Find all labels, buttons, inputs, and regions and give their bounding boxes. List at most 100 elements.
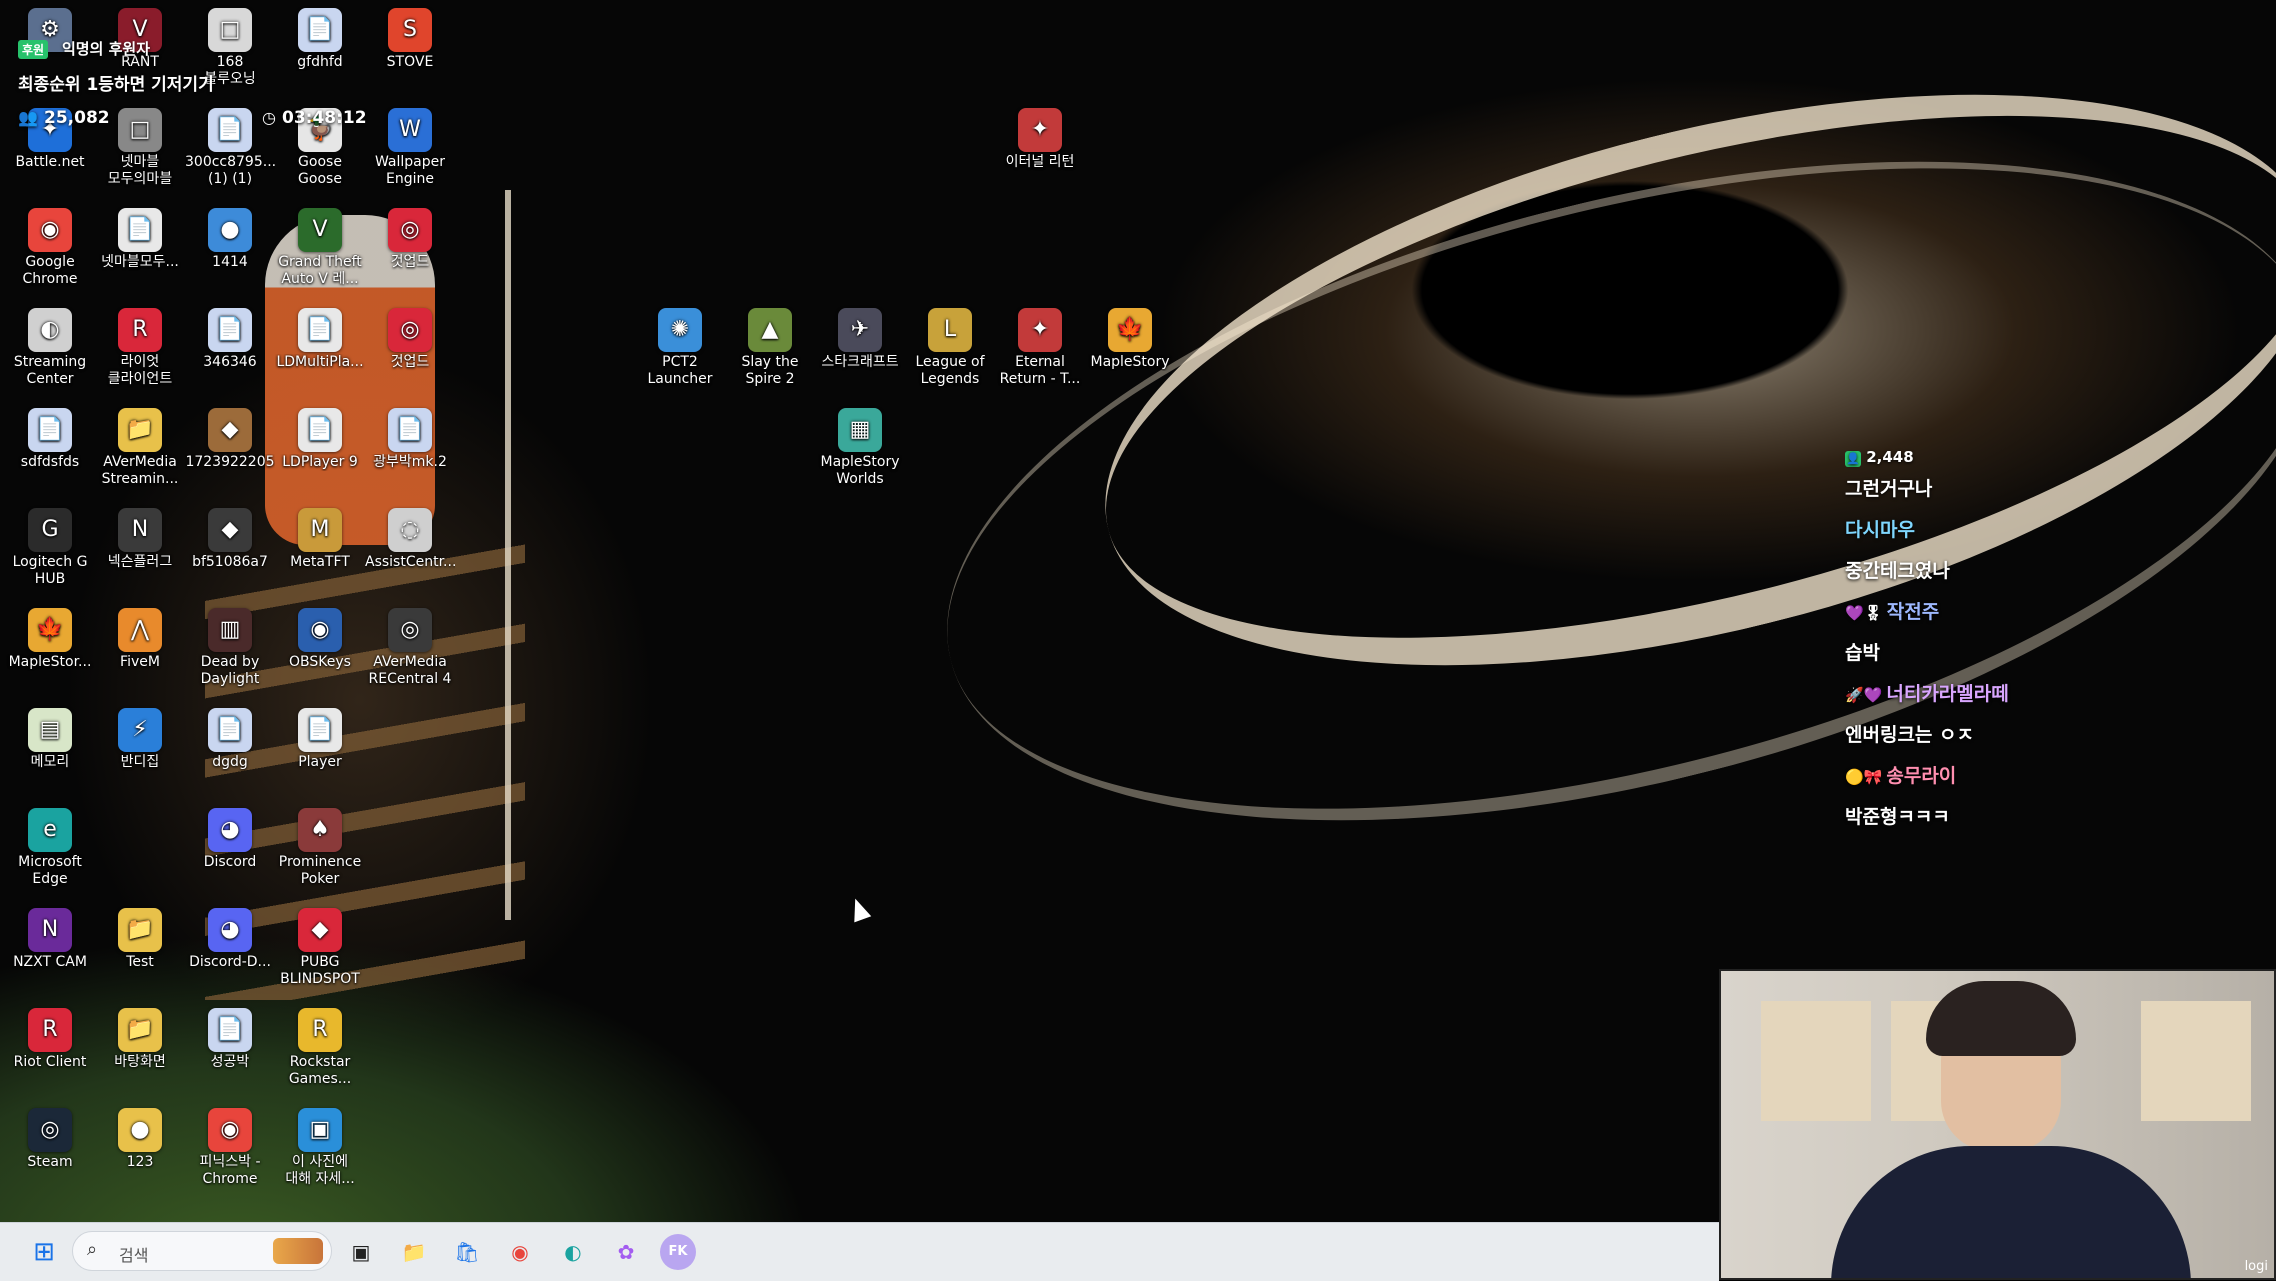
- edge-icon[interactable]: ◐: [555, 1234, 591, 1270]
- desktop-icon[interactable]: ▣ 이 사진에 대해 자세...: [275, 1108, 365, 1188]
- desktop-icon[interactable]: ▲ Slay the Spire 2: [725, 308, 815, 388]
- desktop-icon-label: 것업드: [390, 254, 430, 270]
- app-icon: ◌: [388, 508, 432, 552]
- desktop-icon[interactable]: ◕ Discord: [185, 808, 275, 871]
- search-highlight-icon: [273, 1238, 323, 1264]
- desktop-icon-label: 1723922205: [185, 454, 275, 470]
- desktop-icon[interactable]: ◉ OBSKeys: [275, 608, 365, 671]
- desktop-icon[interactable]: 📁 Test: [95, 908, 185, 971]
- desktop-icon[interactable]: S STOVE: [365, 8, 455, 71]
- chat-viewer-row: 👤 2,448: [1845, 445, 2175, 469]
- desktop-icon-label: AssistCentr...: [365, 554, 455, 570]
- desktop-icon[interactable]: 📁 바탕화면: [95, 1008, 185, 1071]
- desktop-icon-label: Logitech G HUB: [12, 554, 88, 587]
- app-icon: V: [298, 208, 342, 252]
- stream-donation-overlay: 후원 익명의 후원자 최종순위 1등하면 기저기기 👥 25,082 ◷ 03:…: [0, 30, 367, 140]
- desktop-icon[interactable]: L League of Legends: [905, 308, 995, 388]
- desktop-icon[interactable]: ◆ 1723922205: [185, 408, 275, 471]
- copilot-icon[interactable]: ✿: [608, 1234, 644, 1270]
- fk-app-icon[interactable]: FK: [660, 1234, 696, 1270]
- app-icon: 📁: [118, 408, 162, 452]
- desktop-icon-label: gfdhfd: [297, 54, 343, 70]
- app-icon: ●: [118, 1108, 162, 1152]
- desktop-icon-label: 넷마블 모두의마블: [107, 154, 173, 187]
- desktop-icon[interactable]: G Logitech G HUB: [5, 508, 95, 588]
- desktop-icon[interactable]: W Wallpaper Engine: [365, 108, 455, 188]
- desktop-icon[interactable]: 📄 dgdg: [185, 708, 275, 771]
- desktop-icon[interactable]: ⚡ 반디집: [95, 708, 185, 771]
- app-icon: ◉: [28, 208, 72, 252]
- desktop-icon[interactable]: 🍁 MapleStory: [1085, 308, 1175, 371]
- desktop-icon[interactable]: 📄 sdfdsfds: [5, 408, 95, 471]
- app-icon: 📄: [118, 208, 162, 252]
- desktop-icon[interactable]: 📄 gfdhfd: [275, 8, 365, 71]
- desktop-icon[interactable]: 📄 광부박mk.2: [365, 408, 455, 471]
- desktop-icon[interactable]: 📄 넷마블모두...: [95, 208, 185, 271]
- desktop-icon[interactable]: ✦ 이터널 리턴: [995, 108, 1085, 171]
- desktop-icon[interactable]: ◉ Google Chrome: [5, 208, 95, 288]
- desktop-icon-label: MapleStor...: [8, 654, 92, 670]
- desktop-icon[interactable]: e Microsoft Edge: [5, 808, 95, 888]
- desktop-icon[interactable]: ◎ 것업드: [365, 208, 455, 271]
- desktop-icon[interactable]: ● 123: [95, 1108, 185, 1171]
- app-icon: W: [388, 108, 432, 152]
- desktop-icon[interactable]: ✦ Eternal Return - T...: [995, 308, 1085, 388]
- app-icon: ⋀: [118, 608, 162, 652]
- desktop-icon[interactable]: ◆ PUBG BLINDSPOT: [275, 908, 365, 988]
- desktop-icon[interactable]: 📄 346346: [185, 308, 275, 371]
- desktop-icon[interactable]: ◐ Streaming Center: [5, 308, 95, 388]
- desktop-icon[interactable]: ◎ AVerMedia RECentral 4: [365, 608, 455, 688]
- desktop-icon[interactable]: M MetaTFT: [275, 508, 365, 571]
- desktop-icon[interactable]: ◎ Steam: [5, 1108, 95, 1171]
- desktop-icon[interactable]: 📄 성공박: [185, 1008, 275, 1071]
- desktop-icon[interactable]: 📁 AVerMedia Streamin...: [95, 408, 185, 488]
- chat-message-text: 작전주: [1886, 601, 1940, 623]
- desktop-icon[interactable]: 📄 LDMultiPla...: [275, 308, 365, 371]
- desktop-icon-label: 광부박mk.2: [373, 454, 447, 470]
- desktop-icon[interactable]: ✺ PCT2 Launcher: [635, 308, 725, 388]
- desktop-icon[interactable]: 📄 LDPlayer 9: [275, 408, 365, 471]
- desktop-icon-label: dgdg: [212, 754, 248, 770]
- wall-panel: [1761, 1001, 1871, 1121]
- desktop-icon[interactable]: ◆ bf51086a7: [185, 508, 275, 571]
- desktop-icon-label: Rockstar Games...: [288, 1054, 352, 1087]
- desktop-icon[interactable]: ✈ 스타크래프트: [815, 308, 905, 371]
- desktop-icon-label: 피닉스박 - Chrome: [199, 1154, 261, 1187]
- desktop-icon-label: MetaTFT: [290, 554, 350, 570]
- desktop-icon-label: MapleStory: [1090, 354, 1170, 370]
- desktop-icon[interactable]: ◌ AssistCentr...: [365, 508, 455, 571]
- windows-start-icon[interactable]: ⊞: [26, 1234, 62, 1270]
- microsoft-store-icon[interactable]: 🛍: [449, 1234, 485, 1270]
- desktop-icon-label: AVerMedia Streamin...: [101, 454, 179, 487]
- desktop-icon[interactable]: R 라이엇 클라이언트: [95, 308, 185, 388]
- desktop-icon[interactable]: R Riot Client: [5, 1008, 95, 1071]
- desktop-icon[interactable]: ♠ Prominence Poker: [275, 808, 365, 888]
- desktop-icon[interactable]: ◕ Discord-D...: [185, 908, 275, 971]
- desktop-icon[interactable]: V Grand Theft Auto V 레...: [275, 208, 365, 288]
- desktop-icon[interactable]: ◎ 것업드: [365, 308, 455, 371]
- app-icon: ◐: [28, 308, 72, 352]
- webcam-feed: logi: [1719, 969, 2276, 1280]
- desktop-icon[interactable]: ◉ 피닉스박 - Chrome: [185, 1108, 275, 1188]
- desktop-icon-label: 바탕화면: [114, 1054, 166, 1070]
- desktop-icon[interactable]: ⋀ FiveM: [95, 608, 185, 671]
- taskbar-search[interactable]: ⌕ 검색: [72, 1231, 332, 1271]
- desktop-icon-label: 라이엇 클라이언트: [107, 354, 173, 387]
- desktop-icon-label: MapleStory Worlds: [820, 454, 900, 487]
- desktop-icon[interactable]: N NZXT CAM: [5, 908, 95, 971]
- desktop-icon[interactable]: ▤ 메모리: [5, 708, 95, 771]
- desktop-icon-label: Slay the Spire 2: [741, 354, 799, 387]
- desktop-icon[interactable]: ▥ Dead by Daylight: [185, 608, 275, 688]
- desktop-icon[interactable]: 🍁 MapleStor...: [5, 608, 95, 671]
- desktop-icon[interactable]: 📄 Player: [275, 708, 365, 771]
- app-icon: ✈: [838, 308, 882, 352]
- desktop-icon-label: Player: [298, 754, 342, 770]
- desktop-icon[interactable]: N 넥슨플러그: [95, 508, 185, 571]
- desktop-icon[interactable]: ▦ MapleStory Worlds: [815, 408, 905, 488]
- desktop-icon[interactable]: R Rockstar Games...: [275, 1008, 365, 1088]
- app-icon: R: [118, 308, 162, 352]
- desktop-icon[interactable]: ● 1414: [185, 208, 275, 271]
- chrome-icon[interactable]: ◉: [502, 1234, 538, 1270]
- file-explorer-icon[interactable]: 📁: [396, 1234, 432, 1270]
- task-view-icon[interactable]: ▣: [343, 1234, 379, 1270]
